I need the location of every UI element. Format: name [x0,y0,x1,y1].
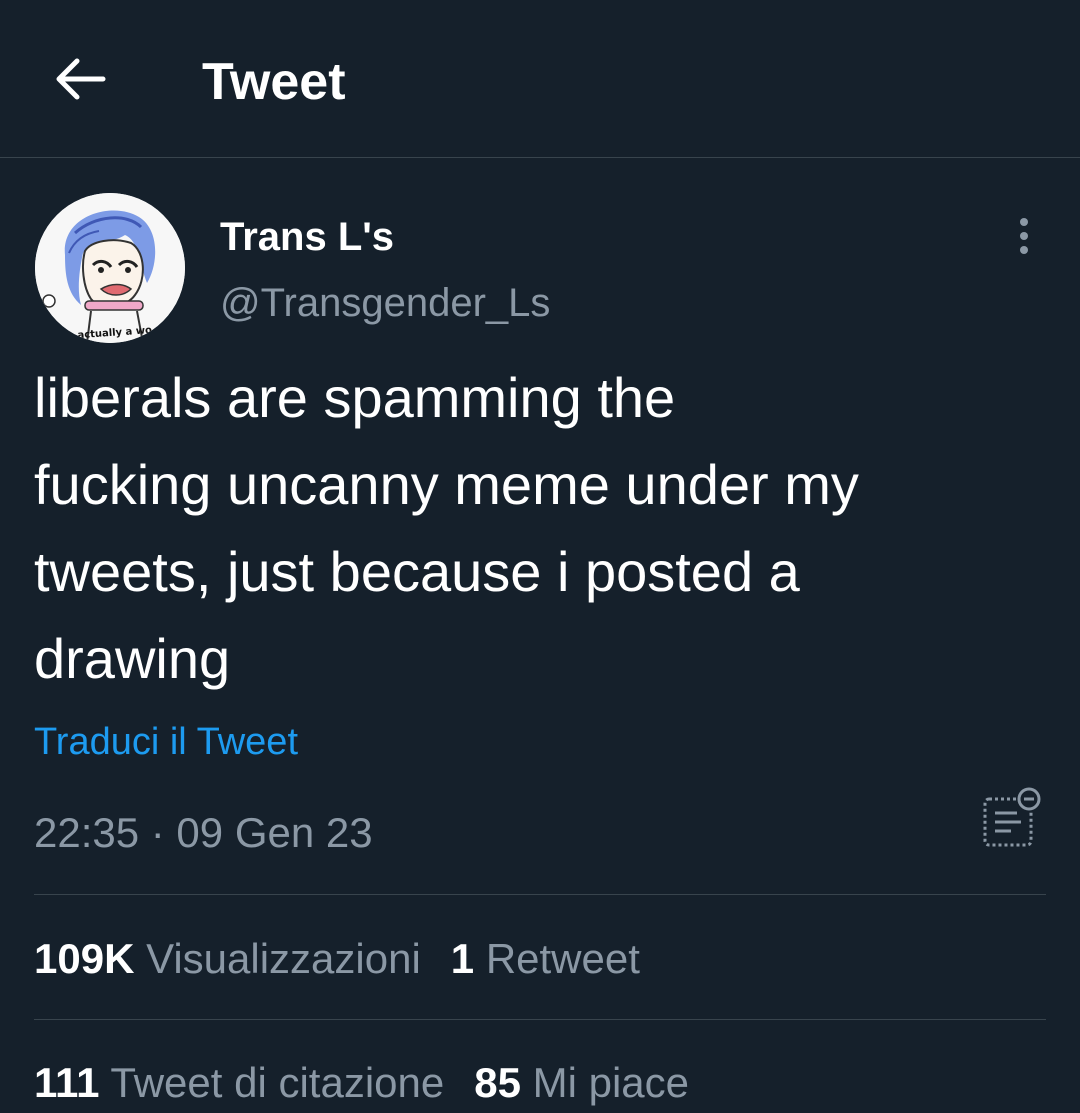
divider [34,894,1046,895]
author-handle[interactable]: @Transgender_Ls [220,278,550,328]
translate-tweet-link[interactable]: Traduci il Tweet [34,716,298,768]
stats-row-1: 109K Visualizzazioni 1 Retweet [34,932,670,986]
page-title: Tweet [202,53,346,111]
quote-tweets-stat[interactable]: 111 Tweet di citazione [34,1059,444,1106]
views-stat[interactable]: 109K Visualizzazioni [34,935,421,982]
quote-tweets-count: 111 [34,1059,100,1106]
likes-stat[interactable]: 85 Mi piace [474,1059,689,1106]
back-button[interactable] [40,45,120,117]
community-notes-button[interactable] [970,780,1050,860]
author-name[interactable]: Trans L's [220,212,394,262]
quote-tweets-label: Tweet di citazione [110,1059,445,1106]
retweets-count: 1 [450,935,475,982]
more-vertical-icon [1016,216,1032,261]
stats-row-2: 111 Tweet di citazione 85 Mi piace [34,1056,719,1110]
tweet-text: liberals are spamming the fucking uncann… [34,366,859,690]
retweets-stat[interactable]: 1 Retweet [451,935,640,982]
more-options-button[interactable] [1000,212,1048,264]
retweets-label: Retweet [485,935,640,982]
views-label: Visualizzazioni [146,935,421,982]
likes-label: Mi piace [532,1059,690,1106]
divider [34,1019,1046,1020]
likes-count: 85 [474,1059,521,1106]
views-count: 109K [34,935,135,982]
top-bar: Tweet [0,0,1080,158]
tweet-timestamp[interactable]: 22:35 · 09 Gen 23 [34,806,373,860]
notes-icon [977,785,1043,856]
avatar[interactable]: i'm actually a wo [35,193,185,343]
arrow-left-icon [53,57,107,106]
